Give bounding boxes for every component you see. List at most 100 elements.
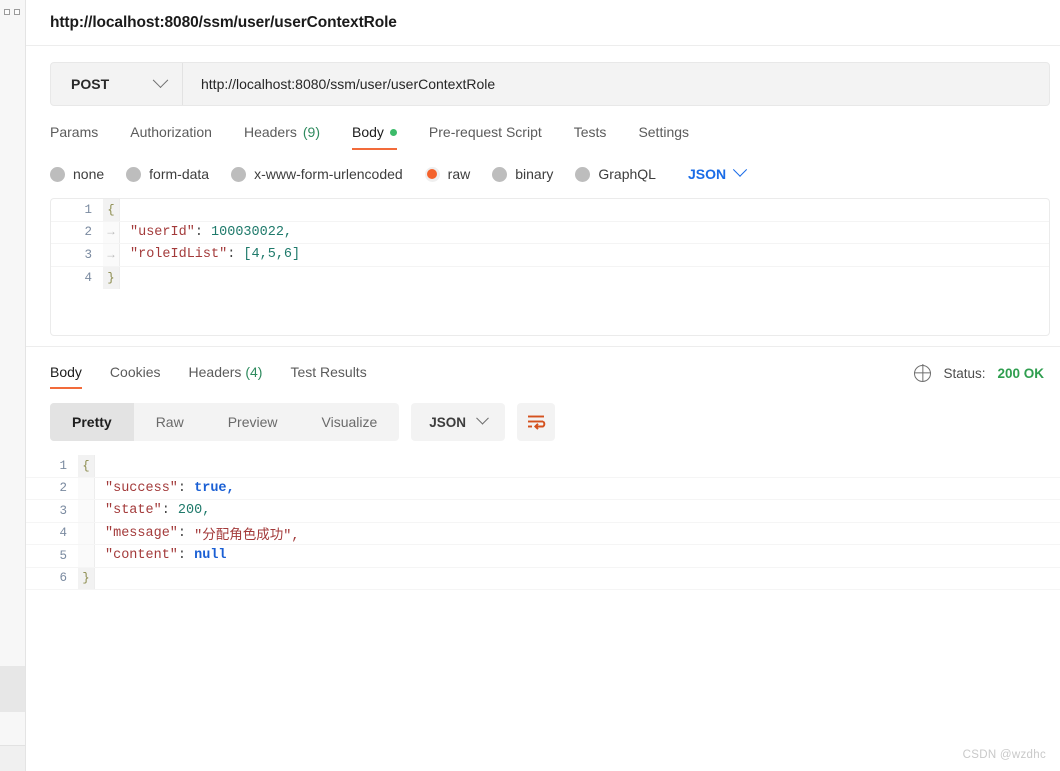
radio-label: none — [73, 166, 105, 182]
line-number: 2 — [84, 225, 92, 240]
response-body-viewer[interactable]: 1 { 2 "success": true, 3 "state": 200, 4… — [26, 455, 1060, 590]
tab-count: (9) — [302, 124, 320, 140]
tab-label: Pre-request Script — [428, 124, 542, 140]
response-tab-cookies[interactable]: Cookies — [96, 364, 175, 389]
radio-icon — [575, 166, 591, 182]
code-line: 4 } — [51, 266, 1049, 290]
code-line: 3 → "roleIdList": [4,5,6] — [51, 244, 1049, 267]
tab-settings[interactable]: Settings — [622, 124, 705, 150]
request-body-editor[interactable]: 1 { 2 → "userId": 100030022, 3 → "roleId… — [50, 198, 1050, 336]
body-type-row: none form-data x-www-form-urlencoded raw… — [26, 150, 1060, 186]
code-text: "roleIdList": [4,5,6] — [130, 247, 301, 263]
body-modified-dot-icon — [389, 128, 397, 136]
response-toolbar: Pretty Raw Preview Visualize JSON — [26, 391, 1060, 441]
rail-dot-icon — [4, 9, 10, 15]
word-wrap-button[interactable] — [517, 403, 556, 441]
response-tabs: Body Cookies Headers (4) Test Results — [50, 364, 381, 389]
code-text: "content": null — [105, 548, 227, 564]
left-rail — [0, 0, 26, 771]
method-select[interactable]: POST — [51, 63, 183, 105]
line-number: 2 — [59, 481, 67, 496]
response-tab-body[interactable]: Body — [50, 364, 96, 389]
code-line: 1 { — [51, 199, 1049, 222]
indent-guide-icon: → — [103, 244, 120, 266]
fold-icon[interactable]: } — [103, 266, 120, 289]
url-bar-container: POST http://localhost:8080/ssm/user/user… — [26, 46, 1060, 106]
chevron-down-icon — [476, 411, 489, 425]
code-text: "userId": 100030022, — [130, 224, 293, 240]
fold-icon[interactable]: { — [103, 199, 120, 221]
view-label: Preview — [227, 414, 278, 430]
tab-label: Tests — [573, 124, 607, 140]
body-type-form-data[interactable]: form-data — [126, 166, 209, 182]
body-type-none[interactable]: none — [50, 166, 104, 182]
page-title: http://localhost:8080/ssm/user/userConte… — [50, 13, 397, 31]
tab-params[interactable]: Params — [50, 124, 114, 150]
json-value: 200, — [177, 503, 211, 519]
fold-icon[interactable]: } — [78, 567, 95, 589]
code-line: 2 → "userId": 100030022, — [51, 221, 1049, 244]
tab-body[interactable]: Body — [336, 124, 413, 150]
indent-guide-icon — [78, 500, 95, 522]
response-format-select[interactable]: JSON — [411, 403, 506, 441]
json-key: "state" — [105, 503, 162, 519]
radio-icon — [50, 166, 65, 182]
json-key: "userId" — [130, 224, 195, 240]
code-text: "state": 200, — [105, 503, 211, 519]
indent-guide-icon — [78, 477, 95, 499]
fold-icon[interactable]: { — [78, 455, 95, 477]
body-type-urlencoded[interactable]: x-www-form-urlencoded — [231, 166, 403, 182]
body-format-label: JSON — [687, 166, 727, 182]
view-preview[interactable]: Preview — [206, 403, 300, 441]
tab-headers[interactable]: Headers (9) — [228, 124, 336, 150]
line-number: 3 — [84, 247, 92, 262]
radio-icon — [126, 166, 142, 182]
response-format-label: JSON — [429, 414, 467, 430]
view-raw[interactable]: Raw — [134, 403, 206, 441]
radio-label: raw — [447, 166, 471, 182]
rail-scrollbar-thumb[interactable] — [0, 666, 25, 712]
tab-label: Headers — [243, 124, 297, 140]
method-label: POST — [71, 76, 110, 92]
code-line: 6 } — [26, 567, 1060, 590]
word-wrap-icon — [528, 415, 546, 430]
radio-label: binary — [515, 166, 554, 182]
body-type-graphql[interactable]: GraphQL — [575, 166, 656, 182]
tab-authorization[interactable]: Authorization — [114, 124, 228, 150]
code-line: 3 "state": 200, — [26, 500, 1060, 523]
body-type-raw[interactable]: raw — [424, 166, 471, 182]
response-tab-test-results[interactable]: Test Results — [276, 364, 380, 389]
radio-icon — [231, 166, 247, 182]
line-number: 5 — [59, 548, 67, 563]
code-text: "message": "分配角色成功", — [95, 523, 1060, 545]
code-line: 5 "content": null — [26, 545, 1060, 568]
line-number: 3 — [59, 503, 67, 518]
view-visualize[interactable]: Visualize — [300, 403, 400, 441]
json-value: [4,5,6] — [243, 247, 301, 263]
code-line: 4 "message": "分配角色成功", — [26, 522, 1060, 545]
json-value: null — [194, 548, 227, 564]
body-type-binary[interactable]: binary — [492, 166, 553, 182]
tab-tests[interactable]: Tests — [558, 124, 623, 150]
radio-selected-icon — [424, 166, 440, 182]
radio-label: form-data — [149, 166, 210, 182]
line-number: 6 — [59, 571, 67, 586]
tab-label: Body — [50, 363, 82, 380]
tab-label: Authorization — [130, 124, 212, 140]
tab-label: Body — [352, 124, 384, 140]
tab-pre-request-script[interactable]: Pre-request Script — [413, 124, 558, 150]
url-bar: POST http://localhost:8080/ssm/user/user… — [50, 62, 1050, 106]
line-number: 4 — [59, 526, 67, 541]
body-format-select[interactable]: JSON — [687, 162, 748, 182]
tab-label: Settings — [638, 124, 690, 140]
rail-dots — [4, 9, 20, 15]
indent-guide-icon — [78, 545, 95, 567]
code-line: 1 { — [26, 455, 1060, 478]
url-input[interactable]: http://localhost:8080/ssm/user/userConte… — [183, 63, 1049, 105]
response-tab-headers[interactable]: Headers (4) — [175, 364, 277, 389]
request-titlebar: http://localhost:8080/ssm/user/userConte… — [26, 0, 1060, 46]
view-pretty[interactable]: Pretty — [50, 403, 134, 441]
json-key: "roleIdList" — [130, 247, 228, 263]
